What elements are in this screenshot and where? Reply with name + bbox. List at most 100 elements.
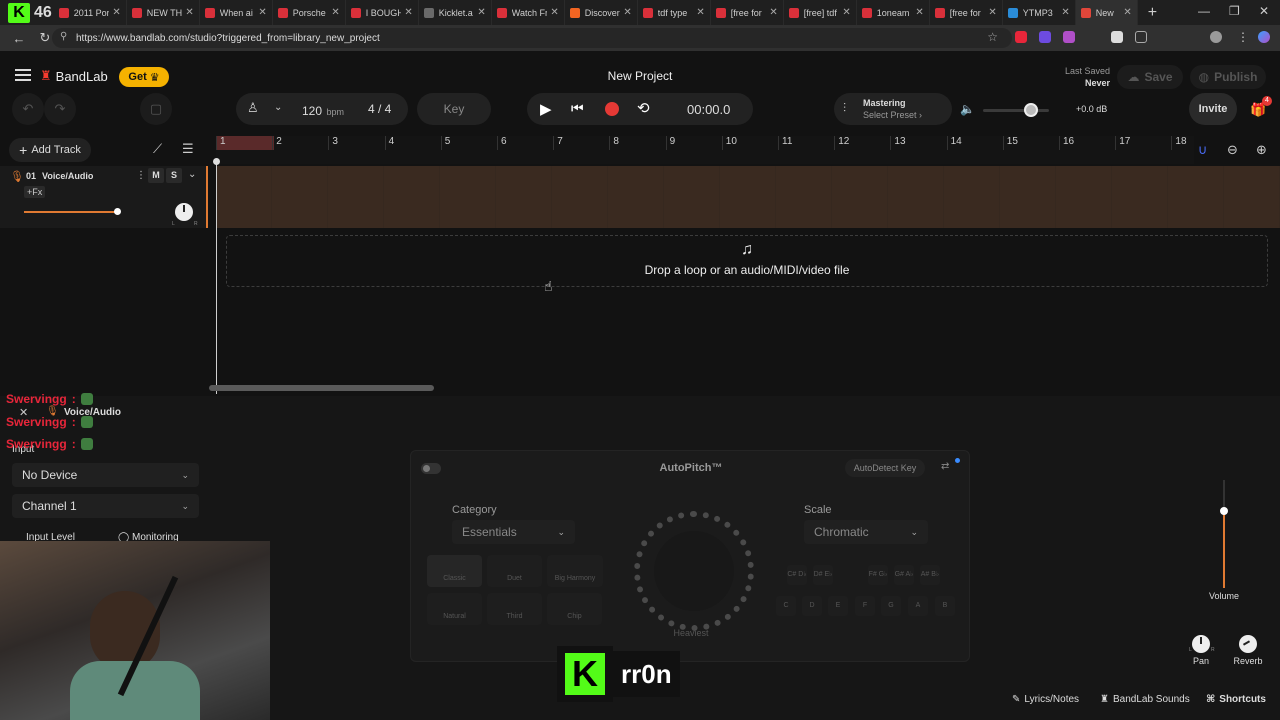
master-volume-slider[interactable] [983,103,1049,117]
browser-tab[interactable]: [free] tdf ✕ [784,0,857,25]
speaker-icon[interactable]: 🔈 [960,102,975,116]
tab-close-icon[interactable]: ✕ [331,7,339,18]
browser-tab[interactable]: Discover ✕ [565,0,638,25]
record-icon[interactable] [605,102,619,116]
tab-close-icon[interactable]: ✕ [988,7,996,18]
track-pan-knob[interactable] [175,203,193,221]
site-info-icon[interactable]: ⚲ [60,31,67,42]
key-natural[interactable]: D [802,596,822,616]
close-window-icon[interactable]: ✕ [1259,4,1269,18]
time-signature[interactable]: 4 / 4 [368,102,391,116]
tab-close-icon[interactable]: ✕ [258,7,266,18]
browser-menu-icon[interactable]: ⋮ [1237,30,1249,44]
autopitch-dial[interactable] [634,511,754,631]
category-select[interactable]: Essentials ⌄ [452,520,575,544]
timeline-ruler[interactable]: 1 2 3 4 5 6 7 8 9 10 11 12 13 14 15 16 17 18 [216,136,1194,164]
key-natural[interactable]: F [855,596,875,616]
horizontal-scrollbar[interactable] [209,385,434,391]
key-natural[interactable]: C [776,596,796,616]
key-natural[interactable]: G [881,596,901,616]
metronome-chevron-icon[interactable]: ⌄ [274,102,282,113]
browser-tab[interactable]: When ai ✕ [200,0,273,25]
device-select[interactable]: No Device ⌄ [12,463,199,487]
effect-third[interactable]: Third [487,593,542,625]
zoom-in-icon[interactable]: ⊕ [1256,142,1267,158]
copilot-icon[interactable] [1258,31,1270,43]
drop-zone[interactable]: ♫ Drop a loop or an audio/MIDI/video fil… [226,235,1268,287]
tab-close-icon[interactable]: ✕ [696,7,704,18]
browser-tab[interactable]: Porsche ✕ [273,0,346,25]
browser-tab[interactable]: tdf type ✕ [638,0,711,25]
autopitch-settings-icon[interactable]: ⇄ [941,461,949,472]
url-bar[interactable]: ⚲ https://www.bandlab.com/studio?trigger… [52,28,1012,48]
metronome-icon[interactable]: ♙ [247,100,259,116]
track-menu-icon[interactable]: ⋮ [136,170,146,181]
track-volume-fader[interactable] [1220,480,1228,588]
track-control-voice[interactable]: 🎙 01 Voice/Audio ⋮ M S ⌄ +Fx L R [0,166,208,228]
tab-close-icon[interactable]: ✕ [915,7,923,18]
extension-icon[interactable] [1111,31,1123,43]
browser-tab[interactable]: Watch Fr ✕ [492,0,565,25]
key-natural[interactable]: B [935,596,955,616]
effect-classic[interactable]: Classic [427,555,482,587]
browser-tab[interactable]: NEW TH ✕ [127,0,200,25]
track-settings-icon[interactable]: ☰ [182,141,194,157]
minimize-icon[interactable]: — [1198,4,1210,18]
mute-button[interactable]: M [148,168,164,183]
tab-close-icon[interactable]: ✕ [404,7,412,18]
key-sharp[interactable]: C# D♭ [787,565,807,585]
browser-tab[interactable]: [free for ✕ [930,0,1003,25]
effect-chip[interactable]: Chip [547,593,602,625]
reverb-knob[interactable] [1239,635,1257,653]
track-lane[interactable] [216,166,1280,228]
key-natural[interactable]: A [908,596,928,616]
add-fx-button[interactable]: +Fx [24,186,46,198]
automation-icon[interactable]: ⟋ [153,141,162,157]
project-title[interactable]: New Project [560,69,720,83]
tab-close-icon[interactable]: ✕ [477,7,485,18]
key-sharp[interactable]: G# A♭ [894,565,914,585]
hamburger-menu-icon[interactable] [15,69,31,81]
playhead[interactable] [216,162,217,394]
back-icon[interactable]: ← [12,31,26,46]
new-tab-icon[interactable]: + [1148,4,1157,22]
key-natural[interactable]: E [828,596,848,616]
volume-fader-handle[interactable] [1220,507,1228,515]
lyrics-notes-button[interactable]: ✎ Lyrics/Notes [1012,689,1079,709]
tab-close-icon[interactable]: ✕ [769,7,777,18]
key-button[interactable]: Key [417,93,491,125]
browser-tab[interactable]: I BOUGH ✕ [346,0,419,25]
track-volume-slider[interactable] [24,208,121,215]
browser-tab[interactable]: 1oneam ✕ [857,0,930,25]
extension-icon[interactable] [1039,31,1051,43]
key-sharp[interactable]: F# G♭ [868,565,888,585]
key-sharp[interactable]: A# B♭ [920,565,940,585]
bookmark-star-icon[interactable]: ☆ [987,30,998,44]
snap-magnet-icon[interactable]: ∪ [1198,142,1208,158]
browser-tab[interactable]: 2011 Por ✕ [54,0,127,25]
tab-close-icon[interactable]: ✕ [1061,7,1069,18]
channel-select[interactable]: Channel 1 ⌄ [12,494,199,518]
zoom-out-icon[interactable]: ⊖ [1227,142,1238,158]
solo-button[interactable]: S [166,168,182,183]
save-button[interactable]: ☁ Save [1117,65,1183,89]
add-track-button[interactable]: + Add Track [9,138,91,162]
tab-close-icon[interactable]: ✕ [623,7,631,18]
playhead-handle[interactable] [213,158,220,165]
browser-tab[interactable]: [free for ✕ [711,0,784,25]
go-to-start-icon[interactable]: ⏮ [571,100,584,117]
shortcuts-button[interactable]: ⌘ Shortcuts [1206,689,1266,709]
track-expand-chevron-icon[interactable]: ⌄ [188,169,196,180]
track-name[interactable]: Voice/Audio [42,171,93,181]
scale-select[interactable]: Chromatic ⌄ [804,520,928,544]
key-sharp[interactable]: D# E♭ [813,565,833,585]
autodetect-key-button[interactable]: AutoDetect Key [845,459,925,477]
mastering-button[interactable]: ⫶ Mastering Select Preset › [834,93,952,125]
tempo-field[interactable]: 120 bpm [302,102,344,120]
reload-icon[interactable]: ↻ [38,30,52,46]
tab-close-icon[interactable]: ✕ [842,7,850,18]
tab-close-icon[interactable]: ✕ [550,7,558,18]
browser-tab[interactable]: New ✕ [1075,0,1138,25]
undo-icon[interactable]: ↶ [12,93,44,125]
invite-button[interactable]: Invite [1189,93,1237,125]
